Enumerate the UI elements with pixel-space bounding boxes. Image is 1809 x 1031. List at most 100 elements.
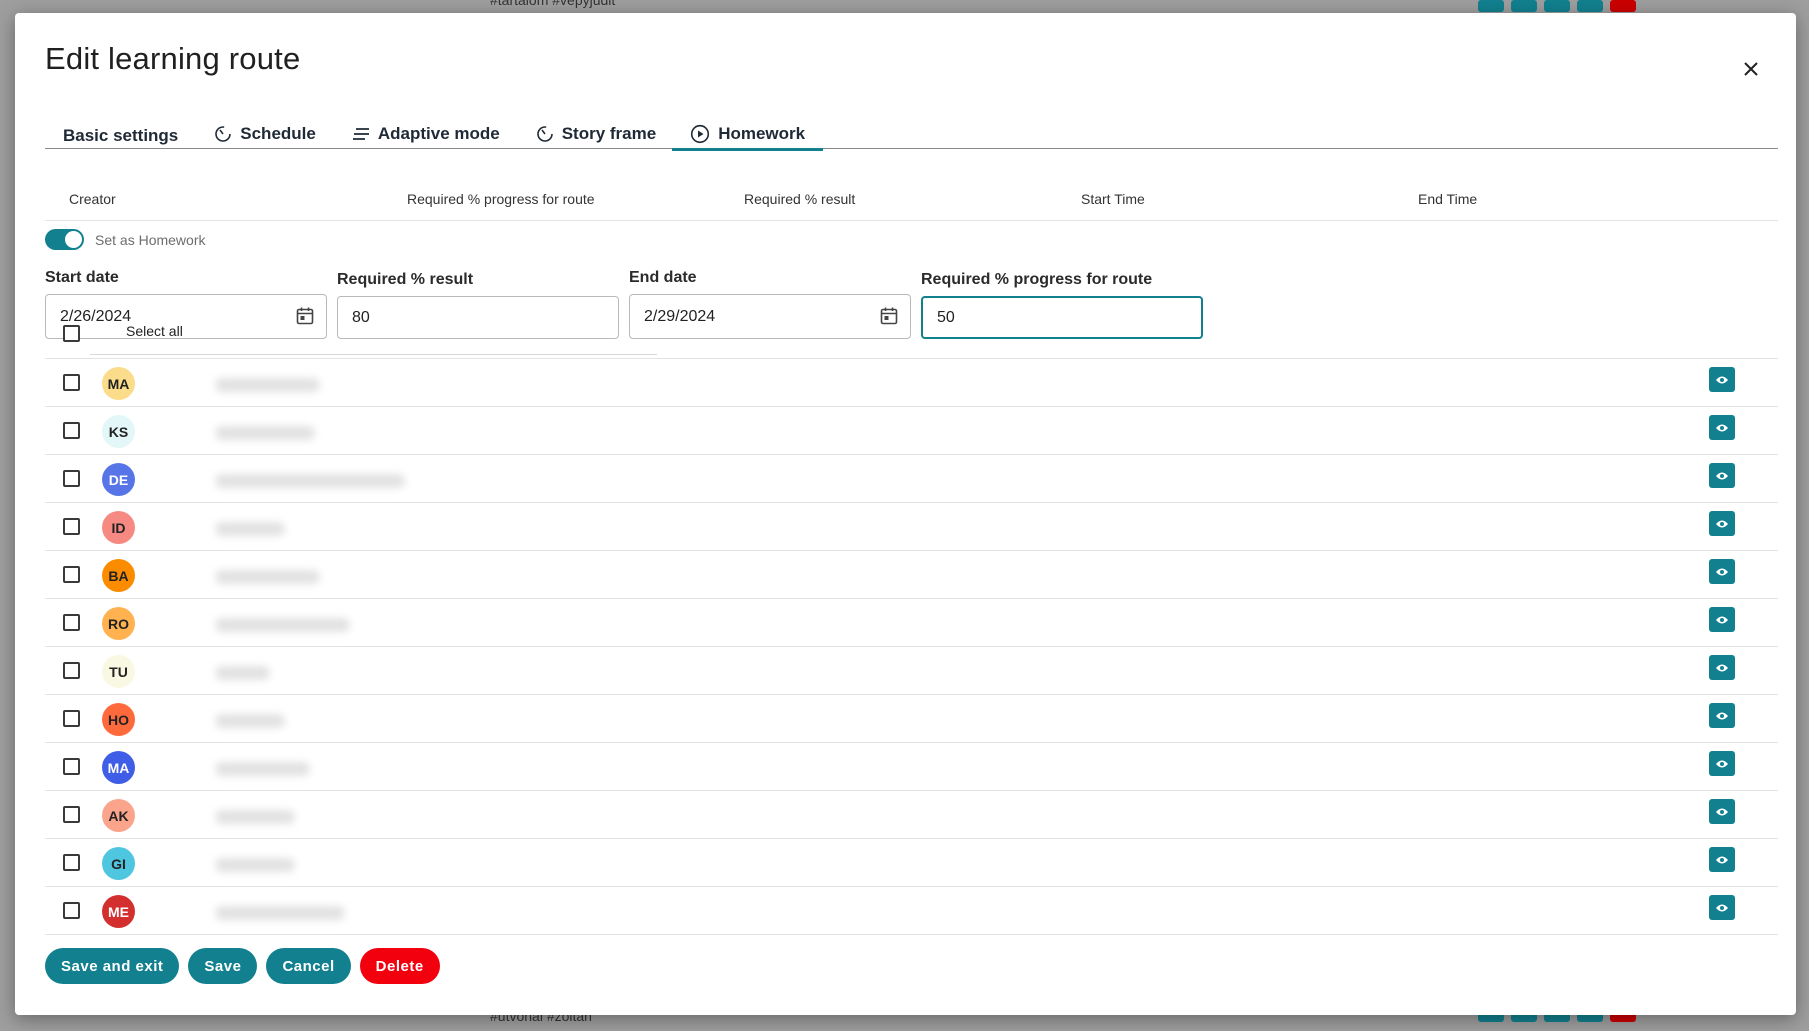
student-row: DE: [45, 455, 1778, 503]
eye-icon: [1716, 856, 1728, 863]
avatar: HO: [102, 703, 135, 736]
eye-icon: [1716, 616, 1728, 623]
student-name-redacted: [215, 810, 295, 824]
student-name-redacted: [215, 522, 285, 536]
tab-label: Homework: [718, 124, 806, 143]
student-name-redacted: [215, 378, 320, 392]
homework-history-header: Creator Required % progress for route Re…: [45, 178, 1778, 221]
start-date-label: Start date: [45, 269, 119, 286]
student-checkbox[interactable]: [63, 374, 80, 391]
avatar: BA: [102, 559, 135, 592]
cancel-button[interactable]: Cancel: [266, 948, 351, 984]
avatar: MA: [102, 367, 135, 400]
column-start-time: Start Time: [1081, 191, 1145, 207]
student-name-redacted: [215, 426, 315, 440]
tab-label: Basic settings: [63, 126, 179, 145]
student-checkbox[interactable]: [63, 902, 80, 919]
student-name-redacted: [215, 570, 320, 584]
student-checkbox[interactable]: [63, 518, 80, 535]
tab-label: Adaptive mode: [377, 124, 500, 143]
avatar: RO: [102, 607, 135, 640]
student-checkbox[interactable]: [63, 422, 80, 439]
select-all-row: Select all: [45, 309, 1778, 359]
student-row: HO: [45, 695, 1778, 743]
view-button[interactable]: [1709, 463, 1735, 488]
tab-bar: Basic settings Schedule Adaptive mode St…: [45, 119, 1778, 151]
view-button[interactable]: [1709, 799, 1735, 824]
required-result-label: Required % result: [337, 271, 474, 288]
close-button[interactable]: [1735, 53, 1767, 85]
student-checkbox[interactable]: [63, 758, 80, 775]
eye-icon: [1716, 664, 1728, 671]
background-tags-top: #tartalom #vepyjudit: [490, 0, 616, 8]
avatar: ID: [102, 511, 135, 544]
view-button[interactable]: [1709, 655, 1735, 680]
modal-content: Basic settings Schedule Adaptive mode St…: [45, 97, 1778, 943]
student-checkbox[interactable]: [63, 566, 80, 583]
column-creator: Creator: [69, 191, 116, 207]
student-row: ME: [45, 887, 1778, 935]
tab-basic-settings[interactable]: Basic settings: [45, 119, 196, 149]
view-button[interactable]: [1709, 559, 1735, 584]
view-button[interactable]: [1709, 607, 1735, 632]
save-button[interactable]: Save: [188, 948, 258, 984]
eye-icon: [1716, 520, 1728, 527]
eye-icon: [1716, 424, 1728, 431]
avatar: GI: [102, 847, 135, 880]
column-required-progress: Required % progress for route: [407, 191, 595, 207]
student-checkbox[interactable]: [63, 662, 80, 679]
save-and-exit-button[interactable]: Save and exit: [45, 948, 180, 984]
view-button[interactable]: [1709, 895, 1735, 920]
student-name-redacted: [215, 474, 405, 488]
required-progress-label: Required % progress for route: [921, 271, 1153, 288]
timer-icon: [536, 126, 553, 142]
student-name-redacted: [215, 906, 345, 920]
student-checkbox[interactable]: [63, 806, 80, 823]
student-row: MA: [45, 743, 1778, 791]
student-row: AK: [45, 791, 1778, 839]
column-required-result: Required % result: [744, 191, 856, 207]
student-row: TU: [45, 647, 1778, 695]
tab-label: Schedule: [240, 124, 316, 143]
view-button[interactable]: [1709, 367, 1735, 392]
student-row: GI: [45, 839, 1778, 887]
select-all-checkbox[interactable]: [63, 325, 80, 342]
delete-button[interactable]: Delete: [359, 948, 440, 984]
student-checkbox[interactable]: [63, 854, 80, 871]
student-checkbox[interactable]: [63, 614, 80, 631]
avatar: ME: [102, 895, 135, 928]
tab-adaptive-mode[interactable]: Adaptive mode: [334, 119, 518, 149]
student-row: KS: [45, 407, 1778, 455]
view-button[interactable]: [1709, 847, 1735, 872]
student-row: RO: [45, 599, 1778, 647]
timer-icon: [215, 126, 232, 142]
student-checkbox[interactable]: [63, 710, 80, 727]
background-buttons-top: [1478, 0, 1636, 12]
view-button[interactable]: [1709, 751, 1735, 776]
eye-icon: [1716, 760, 1728, 767]
eye-icon: [1716, 808, 1728, 815]
student-row: ID: [45, 503, 1778, 551]
eye-icon: [1716, 472, 1728, 479]
student-name-redacted: [215, 618, 350, 632]
tab-homework[interactable]: Homework: [672, 119, 824, 151]
avatar: KS: [102, 415, 135, 448]
homework-toggle-row: Set as Homework: [45, 229, 205, 250]
tab-story-frame[interactable]: Story frame: [518, 119, 674, 149]
avatar: AK: [102, 799, 135, 832]
view-button[interactable]: [1709, 511, 1735, 536]
set-as-homework-toggle[interactable]: [45, 229, 84, 250]
student-list: MA KS DE ID BA RO TU HO MA AK GI ME: [45, 359, 1778, 935]
toggle-label: Set as Homework: [95, 231, 206, 248]
student-checkbox[interactable]: [63, 470, 80, 487]
eye-icon: [1716, 904, 1728, 911]
select-all-label: Select all: [126, 323, 183, 339]
lines-icon: [352, 128, 369, 140]
play-circle-icon: [691, 124, 710, 144]
view-button[interactable]: [1709, 415, 1735, 440]
student-row: BA: [45, 551, 1778, 599]
tab-schedule[interactable]: Schedule: [196, 119, 334, 149]
edit-learning-route-modal: Edit learning route Basic settings Sched…: [15, 13, 1796, 1015]
view-button[interactable]: [1709, 703, 1735, 728]
avatar: DE: [102, 463, 135, 496]
